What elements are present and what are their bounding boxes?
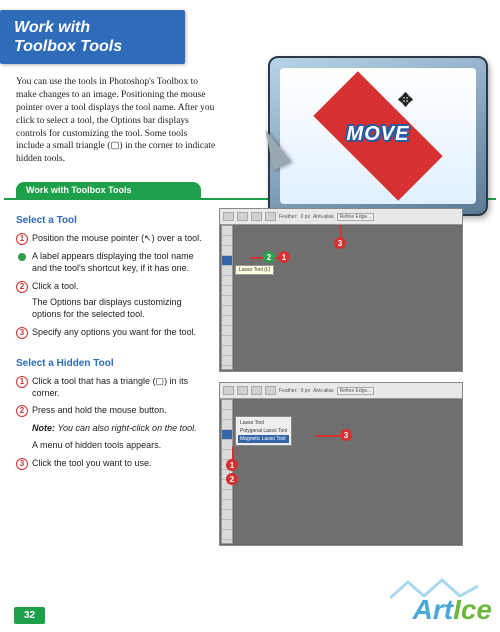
callout-1: 1: [278, 251, 290, 263]
step-2: 2 Click a tool. The Options bar displays…: [16, 281, 211, 321]
content-row: Select a Tool 1 Position the mouse point…: [0, 208, 500, 556]
bullet-number-1: 1: [16, 233, 28, 245]
bullet-number-3: 3: [16, 327, 28, 339]
screenshots-column: Feather: 0 px Anti-alias Refine Edge... …: [219, 208, 496, 556]
page-title: Work with Toolbox Tools: [14, 18, 171, 56]
screenshot-select-tool: Feather: 0 px Anti-alias Refine Edge... …: [219, 208, 463, 372]
callout-3: 3: [334, 237, 346, 249]
step-bullet: A label appears displaying the tool name…: [16, 251, 211, 274]
bullet-number-1: 1: [16, 376, 28, 388]
callout-3: 3: [340, 429, 352, 441]
lasso-tool-icon: [222, 430, 232, 440]
step-3: 3 Specify any options you want for the t…: [16, 327, 211, 339]
callout-1: 1: [226, 459, 238, 471]
hidden-step-2: 2 Press and hold the mouse button.: [16, 405, 211, 417]
hidden-tools-flyout: Lasso Tool Polygonal Lasso Tool Magnetic…: [235, 416, 292, 446]
move-label: MOVE: [347, 123, 410, 146]
hidden-step-3: 3 Click the tool you want to use.: [16, 458, 211, 470]
page-title-box: Work with Toolbox Tools: [0, 10, 185, 64]
toolbox: [221, 225, 233, 370]
screenshot-hidden-tool: Feather: 0 px Anti-alias Refine Edge... …: [219, 382, 463, 546]
section-bar: Work with Toolbox Tools: [16, 182, 201, 198]
options-bar: Feather: 0 px Anti-alias Refine Edge...: [220, 209, 462, 225]
subhead-hidden-tool: Select a Hidden Tool: [16, 357, 211, 370]
callout-2: 2: [263, 251, 275, 263]
callout-2: 2: [226, 473, 238, 485]
steps-column: Select a Tool 1 Position the mouse point…: [16, 208, 211, 556]
bullet-number-2: 2: [16, 281, 28, 293]
intro-row: You can use the tools in Photoshop's Too…: [0, 76, 500, 176]
watermark: ArtIce: [413, 594, 492, 626]
hidden-note: Note: You can also right-click on the to…: [16, 423, 211, 451]
tooltip-lasso: Lasso Tool (L): [235, 265, 274, 275]
bullet-number-2: 2: [16, 405, 28, 417]
options-bar: Feather: 0 px Anti-alias Refine Edge...: [220, 383, 462, 399]
subhead-select-tool: Select a Tool: [16, 214, 211, 227]
green-dot-icon: [18, 253, 26, 261]
move-cursor-icon: ✥: [398, 90, 413, 111]
step-1: 1 Position the mouse pointer (↖) over a …: [16, 233, 211, 245]
hero-illustration: ✥ MOVE: [226, 76, 484, 166]
lasso-tool-icon: [222, 256, 232, 266]
bullet-number-3: 3: [16, 458, 28, 470]
hidden-step-1: 1 Click a tool that has a triangle (▢) i…: [16, 376, 211, 399]
intro-paragraph: You can use the tools in Photoshop's Too…: [16, 76, 216, 166]
page-number: 32: [14, 607, 45, 624]
toolbox: [221, 399, 233, 544]
